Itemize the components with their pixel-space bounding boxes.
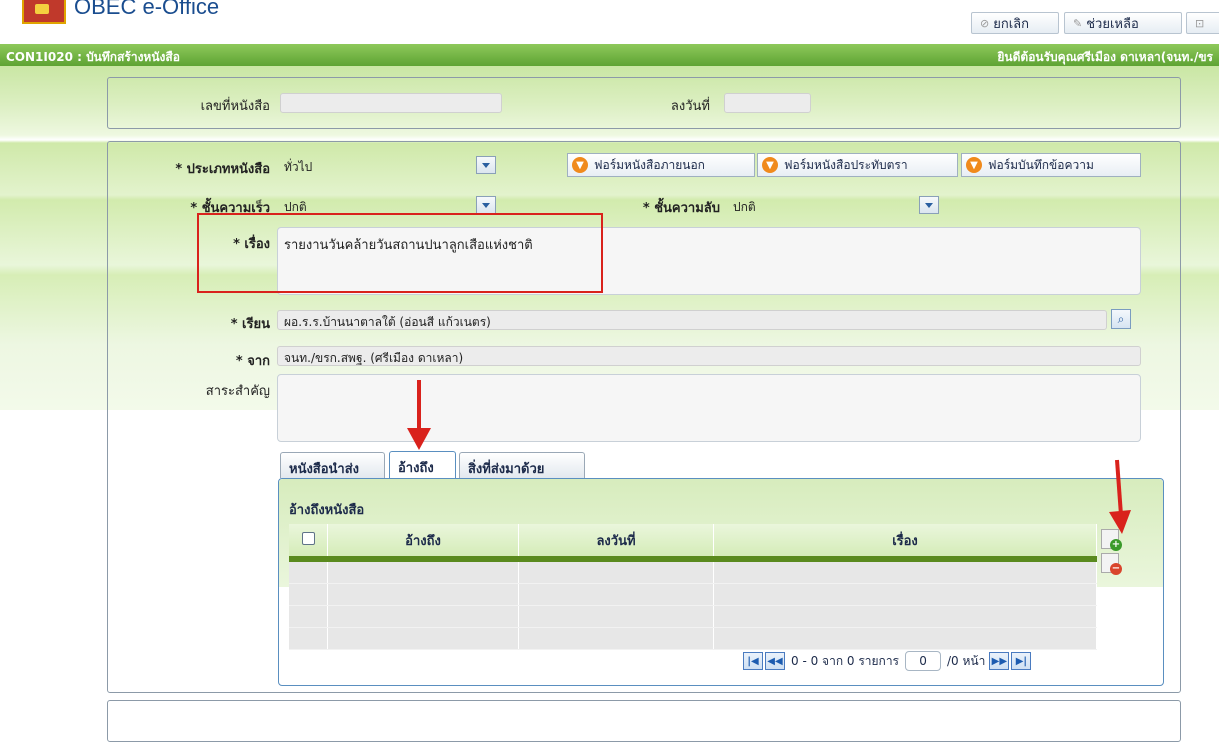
summary-label: สาระสำคัญ bbox=[205, 384, 270, 399]
tab-cover-letter[interactable]: หนังสือนำส่ง bbox=[280, 452, 385, 478]
download-circle-icon: ▼ bbox=[572, 157, 588, 173]
header-bar: CON1I020 : บันทึกสร้างหนังสือ ยินดีต้อนร… bbox=[0, 44, 1219, 66]
external-letter-form-button[interactable]: ▼ ฟอร์มหนังสือภายนอก bbox=[567, 153, 755, 177]
pager: |◀ ◀◀ 0 - 0 จาก 0 รายการ 0 /0 หน้า ▶▶ ▶| bbox=[743, 651, 1033, 671]
page-number-input[interactable]: 0 bbox=[905, 651, 942, 671]
column-header-reference: อ้างถึง bbox=[327, 524, 519, 562]
from-field[interactable]: จนท./ขรก.สพฐ. (ศรีเมือง ดาเหลา) bbox=[277, 346, 1141, 366]
help-label: ช่วยเหลือ bbox=[1086, 16, 1139, 32]
doc-type-select[interactable]: ทั่วไป bbox=[278, 156, 472, 176]
annotation-arrow-add bbox=[1109, 459, 1131, 534]
download-circle-icon: ▼ bbox=[762, 157, 778, 173]
top-bar: OBEC e-Office ⊘ ยกเลิก ✎ ช่วยเหลือ ⊡ bbox=[0, 0, 1219, 44]
tab-attachments[interactable]: สิ่งที่ส่งมาด้วย bbox=[459, 452, 585, 478]
prev-page-icon[interactable]: ◀◀ bbox=[765, 652, 785, 670]
table-row bbox=[289, 605, 1097, 628]
external-letter-form-label: ฟอร์มหนังสือภายนอก bbox=[594, 157, 705, 172]
pager-of-pages: /0 หน้า bbox=[947, 653, 986, 668]
wrench-icon: ✎ bbox=[1073, 16, 1083, 30]
pager-summary: 0 - 0 จาก 0 รายการ bbox=[791, 653, 900, 668]
reference-table: อ้างถึง ลงวันที่ เรื่อง bbox=[289, 524, 1097, 650]
date-field[interactable] bbox=[724, 93, 811, 113]
doc-number-label: เลขที่หนังสือ bbox=[200, 99, 270, 114]
select-all-checkbox[interactable] bbox=[301, 531, 315, 545]
screen-code: CON1I020 : บันทึกสร้างหนังสือ bbox=[6, 50, 180, 64]
help-button[interactable]: ✎ ช่วยเหลือ bbox=[1064, 12, 1182, 34]
secrecy-dropdown-icon[interactable] bbox=[919, 196, 939, 214]
table-row bbox=[289, 583, 1097, 606]
secrecy-select[interactable]: ปกติ bbox=[727, 196, 915, 216]
app-title: OBEC e-Office bbox=[74, 0, 220, 19]
column-header-date: ลงวันที่ bbox=[518, 524, 714, 562]
select-all-header[interactable] bbox=[289, 524, 328, 562]
cancel-icon: ⊘ bbox=[980, 16, 990, 30]
column-header-subject: เรื่อง bbox=[713, 524, 1097, 562]
search-icon[interactable]: ⌕ bbox=[1111, 309, 1131, 329]
memo-form-button[interactable]: ▼ ฟอร์มบันทึกข้อความ bbox=[961, 153, 1141, 177]
date-label: ลงวันที่ bbox=[670, 99, 710, 114]
doc-number-field[interactable] bbox=[280, 93, 502, 113]
from-label: * จาก bbox=[235, 354, 270, 369]
reference-title: อ้างถึงหนังสือ bbox=[289, 503, 365, 518]
annotation-highlight-box bbox=[197, 213, 603, 293]
memo-form-label: ฟอร์มบันทึกข้อความ bbox=[988, 157, 1094, 172]
cancel-button[interactable]: ⊘ ยกเลิก bbox=[971, 12, 1059, 34]
more-icon: ⊡ bbox=[1195, 16, 1205, 30]
next-page-icon[interactable]: ▶▶ bbox=[989, 652, 1010, 670]
more-button[interactable]: ⊡ bbox=[1186, 12, 1219, 34]
urgency-dropdown-icon[interactable] bbox=[476, 196, 496, 214]
table-row bbox=[289, 559, 1097, 584]
last-page-icon[interactable]: ▶| bbox=[1011, 652, 1032, 670]
sealed-letter-form-button[interactable]: ▼ ฟอร์มหนังสือประทับตรา bbox=[757, 153, 958, 177]
welcome-text: ยินดีต้อนรับคุณศรีเมือง ดาเหลา(จนท./ขร bbox=[997, 50, 1213, 64]
to-field[interactable]: ผอ.ร.ร.บ้านนาตาลใต้ (อ่อนสี แก้วเนตร) bbox=[277, 310, 1107, 330]
doc-type-label: * ประเภทหนังสือ bbox=[175, 162, 270, 177]
app-logo bbox=[22, 0, 66, 24]
remove-row-icon[interactable]: − bbox=[1101, 553, 1122, 575]
table-row bbox=[289, 627, 1097, 650]
download-circle-icon: ▼ bbox=[966, 157, 982, 173]
doc-type-dropdown-icon[interactable] bbox=[476, 156, 496, 174]
reference-tab-panel: อ้างถึงหนังสือ อ้างถึง ลงวันที่ เรื่อง +… bbox=[278, 478, 1164, 686]
cancel-label: ยกเลิก bbox=[993, 16, 1029, 32]
tab-reference[interactable]: อ้างถึง bbox=[389, 451, 456, 479]
sealed-letter-form-label: ฟอร์มหนังสือประทับตรา bbox=[784, 157, 908, 172]
annotation-arrow-tab bbox=[407, 380, 431, 450]
bottom-panel bbox=[107, 700, 1181, 742]
first-page-icon[interactable]: |◀ bbox=[743, 652, 763, 670]
to-label: * เรียน bbox=[230, 317, 270, 332]
